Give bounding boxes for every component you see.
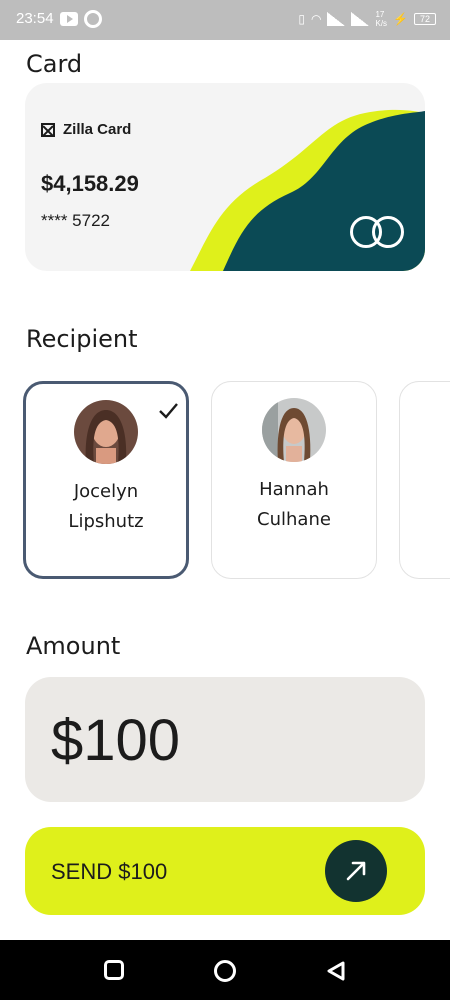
amount-section-title: Amount (26, 632, 121, 660)
battery-icon: 72 (414, 13, 436, 25)
send-button[interactable]: SEND $100 (25, 827, 425, 915)
network-speed: 17 K/s (375, 10, 388, 28)
youtube-notification-icon (60, 12, 78, 26)
zilla-logo-icon (41, 122, 55, 137)
check-icon (159, 403, 178, 419)
amount-field[interactable]: $100 (25, 677, 425, 802)
card-number: **** 5722 (41, 211, 111, 230)
status-time: 23:54 (16, 10, 54, 27)
recipient-section-title: Recipient (26, 325, 138, 353)
recipient-name: Hannah Culhane (257, 479, 331, 530)
card-network-icon (350, 216, 406, 250)
payment-card[interactable]: Zilla Card $4,158.29 **** 5722 (25, 83, 425, 271)
card-section-title: Card (26, 50, 83, 78)
charging-icon: ⚡ (393, 12, 408, 26)
arrow-up-right-icon (325, 840, 387, 902)
amount-value: $100 (51, 708, 181, 773)
card-brand-name: Zilla Card (63, 121, 132, 138)
recipient-list[interactable]: Jocelyn Lipshutz Hannah Culhane (23, 381, 450, 581)
recipient-card-jocelyn[interactable]: Jocelyn Lipshutz (23, 381, 189, 579)
vibrate-icon: ▯ (298, 12, 305, 26)
recent-apps-icon[interactable] (104, 960, 124, 980)
wifi-icon: ◠ (311, 12, 322, 26)
home-icon[interactable] (214, 960, 236, 982)
avatar (74, 400, 138, 464)
recipient-card-partial[interactable] (399, 381, 450, 579)
signal-icon-2 (351, 12, 370, 26)
signal-icon (327, 12, 346, 26)
status-bar: 23:54 ▯ ◠ 17 K/s ⚡ 72 (0, 0, 450, 40)
recipient-card-hannah[interactable]: Hannah Culhane (211, 381, 377, 579)
back-icon[interactable] (325, 960, 347, 982)
card-balance: $4,158.29 (41, 171, 139, 196)
send-button-label: SEND $100 (51, 859, 168, 884)
system-nav-bar (0, 940, 450, 1000)
avatar (262, 398, 326, 462)
sync-notification-icon (84, 10, 102, 28)
status-right-group: ▯ ◠ 17 K/s ⚡ 72 (298, 10, 436, 28)
recipient-name: Jocelyn Lipshutz (68, 481, 144, 532)
card-brand: Zilla Card (41, 121, 131, 138)
